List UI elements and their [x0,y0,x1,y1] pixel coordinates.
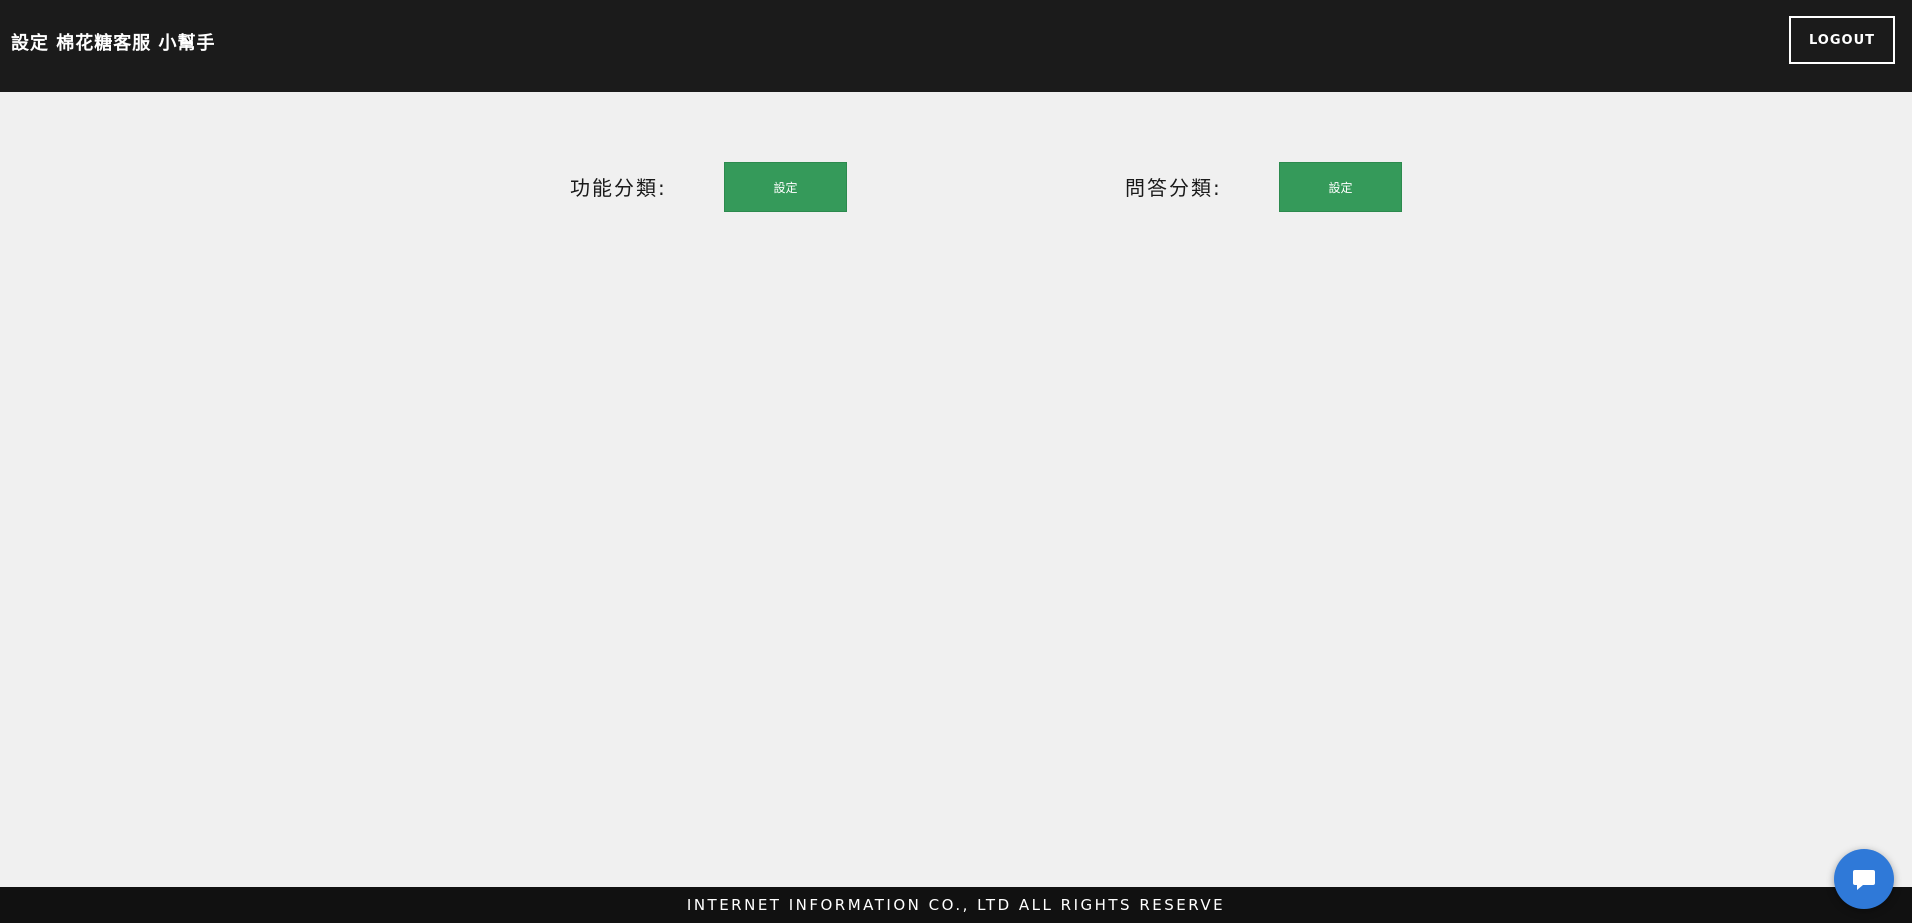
logout-button[interactable]: LOGOUT [1789,16,1895,64]
qa-category-label: 問答分類: [1125,176,1222,200]
page: 設定 棉花糖客服 小幫手 LOGOUT 功能分類: 設定 問答分類: 設定 IN… [0,0,1912,923]
function-category-settings-button[interactable]: 設定 [724,162,847,212]
chat-widget-button[interactable] [1834,849,1894,909]
chat-bubble-icon [1853,870,1875,890]
qa-category-settings-button[interactable]: 設定 [1279,162,1402,212]
function-category-label: 功能分類: [570,176,667,200]
footer-copyright: INTERNET INFORMATION CO., LTD ALL RIGHTS… [686,896,1226,914]
footer: INTERNET INFORMATION CO., LTD ALL RIGHTS… [0,887,1912,923]
top-navbar: 設定 棉花糖客服 小幫手 LOGOUT [0,0,1912,92]
app-title: 設定 棉花糖客服 小幫手 [11,33,216,54]
